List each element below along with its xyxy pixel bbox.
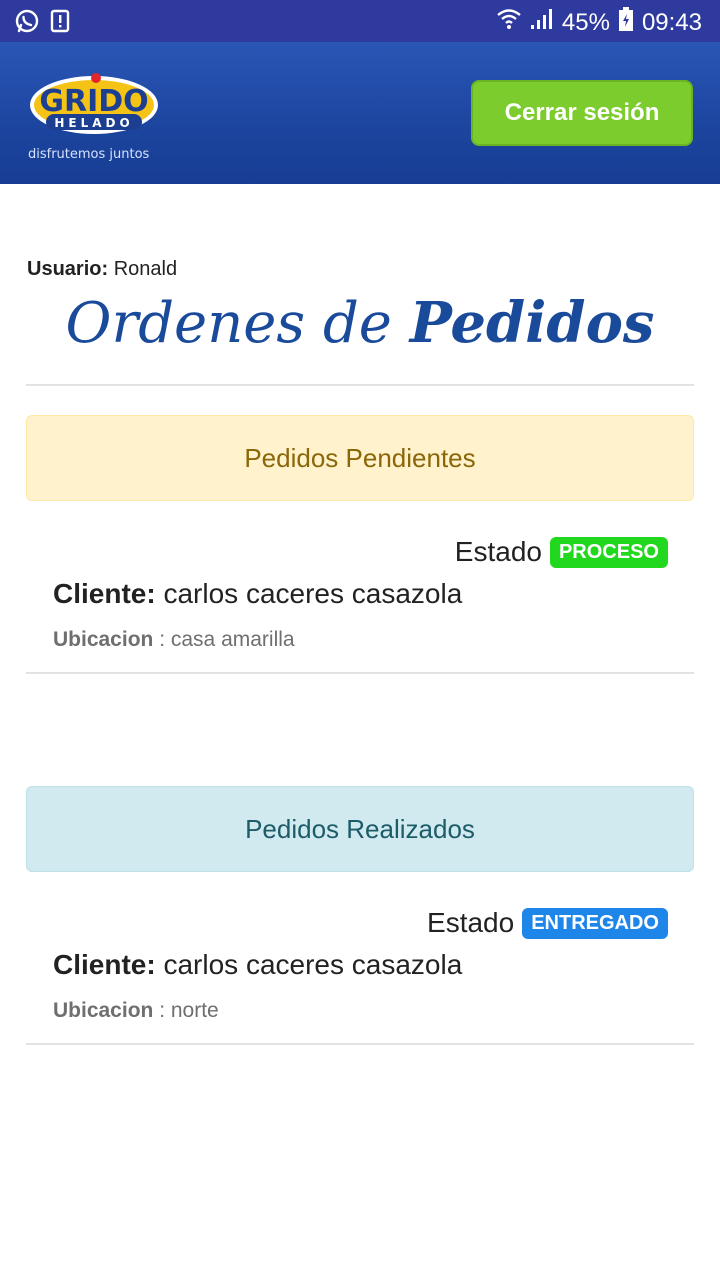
page-title-part2: Pedidos <box>409 290 655 356</box>
clock: 09:43 <box>641 8 702 36</box>
client-name: carlos caceres casazola <box>163 949 463 980</box>
battery-icon <box>618 6 634 39</box>
client-name: carlos caceres casazola <box>163 578 463 609</box>
location-label: Ubicacion <box>53 999 154 1022</box>
order-location: Ubicacion : casa amarilla <box>53 628 295 652</box>
status-right-info: 45% 09:43 <box>496 6 702 39</box>
order-card[interactable]: Estado PROCESO Cliente: carlos caceres c… <box>26 520 694 674</box>
status-bar: 45% 09:43 <box>0 0 720 42</box>
order-card[interactable]: Estado ENTREGADO Cliente: carlos caceres… <box>26 891 694 1045</box>
alert-icon <box>50 8 70 39</box>
order-status-row: Estado ENTREGADO <box>427 907 668 939</box>
whatsapp-icon <box>14 8 40 39</box>
user-info: Usuario: Ronald <box>27 258 177 281</box>
status-left-icons <box>14 8 70 39</box>
order-location: Ubicacion : norte <box>53 999 219 1023</box>
client-label: Cliente: <box>53 949 156 980</box>
location-value: : norte <box>159 999 219 1022</box>
status-badge: ENTREGADO <box>522 907 668 939</box>
order-client: Cliente: carlos caceres casazola <box>53 949 462 981</box>
order-divider <box>26 672 694 674</box>
user-name: Ronald <box>113 258 178 280</box>
title-divider <box>26 384 694 386</box>
client-label: Cliente: <box>53 578 156 609</box>
order-client: Cliente: carlos caceres casazola <box>53 578 462 610</box>
pending-orders-header: Pedidos Pendientes <box>26 415 694 501</box>
page-title: Ordenes de Pedidos <box>0 290 720 356</box>
page-title-part1: Ordenes de <box>65 291 392 356</box>
wifi-icon <box>496 7 522 38</box>
svg-text:HELADO: HELADO <box>54 116 133 130</box>
location-value: : casa amarilla <box>159 628 295 651</box>
logout-button[interactable]: Cerrar sesión <box>471 80 693 146</box>
svg-text:disfrutemos juntos: disfrutemos juntos <box>28 147 150 162</box>
battery-percent: 45% <box>561 8 610 36</box>
svg-text:GRIDO: GRIDO <box>39 84 148 119</box>
order-divider <box>26 1043 694 1045</box>
signal-icon <box>530 7 554 38</box>
grido-logo: GRIDO HELADO disfrutemos juntos <box>28 68 168 162</box>
order-status-row: Estado PROCESO <box>455 536 668 568</box>
order-status-label: Estado <box>454 536 542 567</box>
location-label: Ubicacion <box>53 628 154 651</box>
status-badge: PROCESO <box>549 536 668 568</box>
app-header: GRIDO HELADO disfrutemos juntos Cerrar s… <box>0 42 720 184</box>
user-label: Usuario: <box>27 258 109 280</box>
order-status-label: Estado <box>427 907 515 938</box>
completed-orders-header: Pedidos Realizados <box>26 786 694 872</box>
